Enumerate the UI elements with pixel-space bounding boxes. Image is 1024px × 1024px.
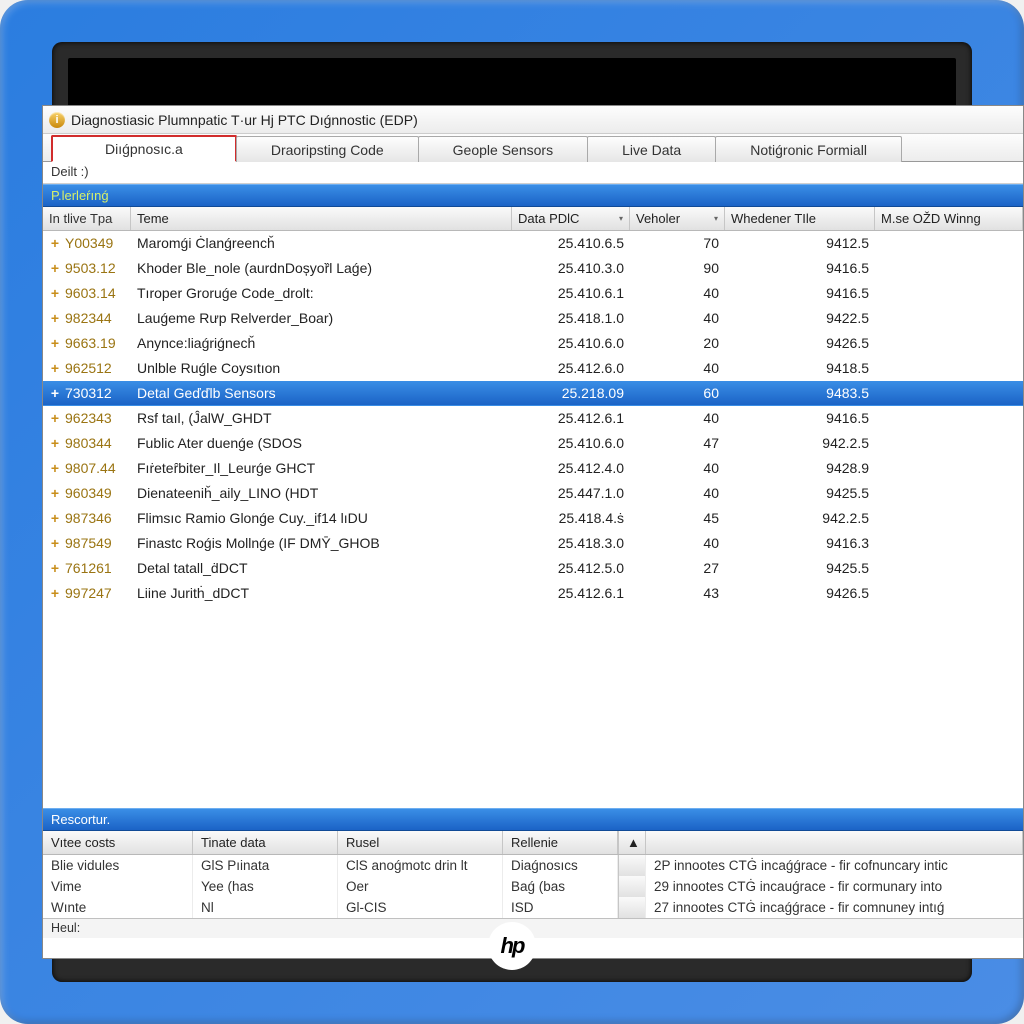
bottom-row[interactable]: Blie vidulesGlS PıinataClS anoǵmotc drin… — [43, 855, 1023, 876]
tab-notronic[interactable]: Notiǵronic Formiall — [715, 136, 902, 162]
app-icon: i — [49, 112, 65, 128]
expand-icon[interactable]: + — [49, 235, 61, 251]
expand-icon[interactable]: + — [49, 485, 61, 501]
bcol-costs[interactable]: Vıtee costs — [43, 831, 193, 854]
expand-icon[interactable]: + — [49, 310, 61, 326]
table-row[interactable]: +997247Liine Juritḣ_dDCT25.412.6.1439426… — [43, 581, 1023, 606]
expand-icon[interactable]: + — [49, 535, 61, 551]
col-data[interactable]: Data PDlC▾ — [512, 207, 630, 230]
bcol-notes[interactable] — [646, 831, 1023, 854]
table-row[interactable]: +962512Unlble Ruǵle Coysıtıon25.412.6.04… — [43, 356, 1023, 381]
hp-logo: hp — [488, 922, 536, 970]
sort-arrow-icon: ▾ — [619, 214, 623, 223]
section-header-main: P.lerleŕınǵ — [43, 184, 1023, 207]
titlebar: i Diagnostiasic Plumnpatic T·ur Hj PTC D… — [43, 106, 1023, 134]
col-wing[interactable]: M.se OŽD Winng — [875, 207, 1023, 230]
table-row[interactable]: +980344Fublic Ater duenǵe (SDOS25.410.6.… — [43, 431, 1023, 456]
tab-bar: Diıǵpnosıc.a Draoripsting Code Geople Se… — [43, 134, 1023, 162]
table-row[interactable]: +730312Detal Geďďlb Sensors25.218.096094… — [43, 381, 1023, 406]
col-name[interactable]: Teme — [131, 207, 512, 230]
tab-description-code[interactable]: Draoripsting Code — [236, 136, 419, 162]
col-whedener[interactable]: Whedener TIle — [725, 207, 875, 230]
table-row[interactable]: +987549Finastc Roǵis Mollnǵe (IF DMȲ_GHO… — [43, 531, 1023, 556]
window-title: Diagnostiasic Plumnpatic T·ur Hj PTC Dıǵ… — [71, 112, 418, 128]
table-row[interactable]: +761261Detal tatall_ḋDCT25.412.5.0279425… — [43, 556, 1023, 581]
table-row[interactable]: +982344Lauǵeme Rưp Relverder_Boar)25.418… — [43, 306, 1023, 331]
expand-icon[interactable]: + — [49, 435, 61, 451]
table-row[interactable]: +962343Rsf taıl, (ĴalW_GHDT25.412.6.1409… — [43, 406, 1023, 431]
col-id[interactable]: In tlive Tpa — [43, 207, 131, 230]
bottom-grid-header: Vıtee costs Tinate data Rusel Rellenie ▲ — [43, 831, 1023, 855]
device-frame: i Diagnostiasic Plumnpatic T·ur Hj PTC D… — [0, 0, 1024, 1024]
col-veholer[interactable]: Veholer▾ — [630, 207, 725, 230]
expand-icon[interactable]: + — [49, 335, 61, 351]
sort-arrow-icon: ▾ — [714, 214, 718, 223]
scroll-up-button[interactable]: ▲ — [618, 831, 646, 854]
bottom-row[interactable]: VimeYee (hasOerBaǵ (bas29 innootes CTĠ i… — [43, 876, 1023, 897]
expand-icon[interactable]: + — [49, 460, 61, 476]
expand-icon[interactable]: + — [49, 585, 61, 601]
expand-icon[interactable]: + — [49, 360, 61, 376]
table-row[interactable]: +9503.12Khoder Ble_nole (aurdnDoșyoȑl La… — [43, 256, 1023, 281]
expand-icon[interactable]: + — [49, 560, 61, 576]
table-row[interactable]: +960349Dienateeniȟ_aily_LINO (HDT25.447.… — [43, 481, 1023, 506]
expand-icon[interactable]: + — [49, 385, 61, 401]
expand-icon[interactable]: + — [49, 510, 61, 526]
tab-sensors[interactable]: Geople Sensors — [418, 136, 588, 162]
bcol-rusel[interactable]: Rusel — [338, 831, 503, 854]
expand-icon[interactable]: + — [49, 260, 61, 276]
table-row[interactable]: +9807.44Fıṙeteȓbiter_Il_Leurǵe GHCT25.41… — [43, 456, 1023, 481]
tab-live-data[interactable]: Live Data — [587, 136, 716, 162]
table-row[interactable]: +Y00349Maromǵi Ċlanǵreencȟ25.410.6.57094… — [43, 231, 1023, 256]
expand-icon[interactable]: + — [49, 285, 61, 301]
bcol-tinate[interactable]: Tinate data — [193, 831, 338, 854]
table-row[interactable]: +9663.19Anynce:liaǵriǵnecȟ25.410.6.02094… — [43, 331, 1023, 356]
tab-diagnostic[interactable]: Diıǵpnosıc.a — [51, 135, 237, 162]
bottom-row[interactable]: WınteNlGl-CISISD27 innootes CTĠ incaǵǵra… — [43, 897, 1023, 918]
grid-header: In tlive Tpa Teme Data PDlC▾ Veholer▾ Wh… — [43, 207, 1023, 231]
bottom-grid-body[interactable]: Blie vidulesGlS PıinataClS anoǵmotc drin… — [43, 855, 1023, 918]
table-row[interactable]: +987346Flimsıc Ramio Glonǵe Cuy._if14 lı… — [43, 506, 1023, 531]
section-header-bottom: Rescortur. — [43, 808, 1023, 831]
table-row[interactable]: +9603.14Tıroper Groruǵe Code_drolt:25.41… — [43, 281, 1023, 306]
grid-body[interactable]: +Y00349Maromǵi Ċlanǵreencȟ25.410.6.57094… — [43, 231, 1023, 606]
app-window: i Diagnostiasic Plumnpatic T·ur Hj PTC D… — [42, 105, 1024, 959]
expand-icon[interactable]: + — [49, 410, 61, 426]
bottom-panel: Rescortur. Vıtee costs Tinate data Rusel… — [43, 808, 1023, 938]
sub-toolbar: Deilt :) — [43, 162, 1023, 184]
bcol-rellenie[interactable]: Rellenie — [503, 831, 618, 854]
